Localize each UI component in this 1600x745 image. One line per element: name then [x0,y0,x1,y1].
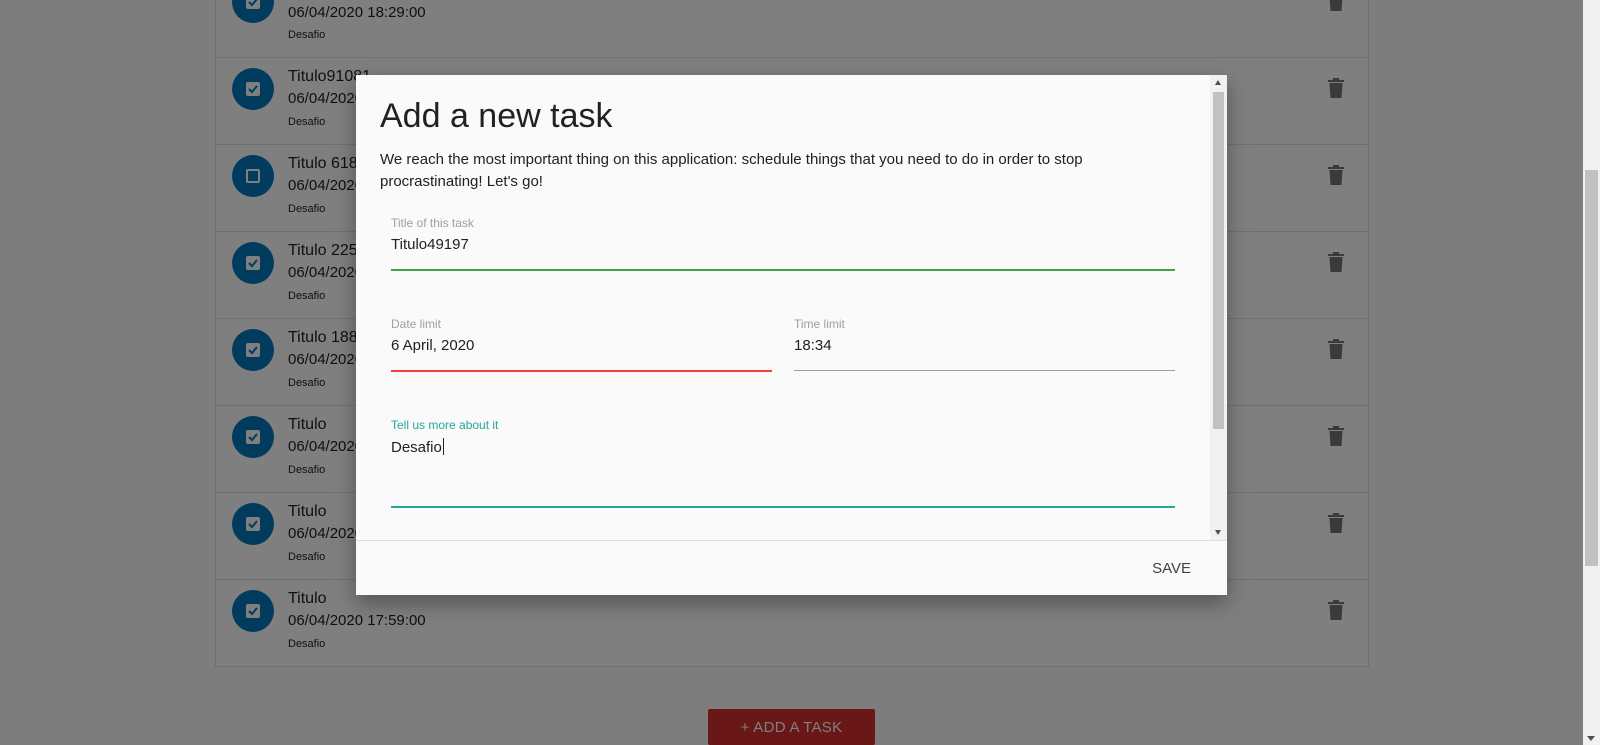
title-field-label: Title of this task [391,216,474,230]
modal-scrollbar-thumb[interactable] [1213,92,1224,429]
add-task-modal: Add a new task We reach the most importa… [356,75,1227,595]
modal-title: Add a new task [380,97,613,135]
modal-footer: SAVE [356,540,1227,595]
time-underline [794,370,1175,371]
date-input[interactable] [391,337,772,354]
page-scrollbar[interactable] [1583,0,1600,745]
title-underline [391,269,1175,271]
description-underline [391,506,1175,508]
modal-scrollbar[interactable] [1210,75,1227,540]
description-field: Tell us more about it Desafio [391,418,1175,508]
modal-content: Add a new task We reach the most importa… [356,75,1210,540]
description-field-label: Tell us more about it [391,418,499,432]
save-button[interactable]: SAVE [1140,553,1203,583]
date-underline [391,370,772,372]
scroll-down-arrow-icon[interactable] [1215,530,1221,535]
text-caret [442,438,444,455]
scroll-up-arrow-icon[interactable] [1215,80,1221,85]
title-input[interactable] [391,236,1175,253]
time-field: Time limit [794,317,1175,372]
date-field-label: Date limit [391,317,442,331]
time-input[interactable] [794,337,1175,354]
modal-description: We reach the most important thing on thi… [380,151,1083,190]
time-field-label: Time limit [794,317,845,331]
scroll-down-arrow-icon[interactable] [1587,736,1595,741]
description-text: Desafio [391,439,442,456]
page-scrollbar-thumb[interactable] [1585,170,1598,566]
description-textarea[interactable]: Desafio [391,438,1175,456]
date-field: Date limit [391,317,772,372]
title-field: Title of this task [391,216,1175,271]
